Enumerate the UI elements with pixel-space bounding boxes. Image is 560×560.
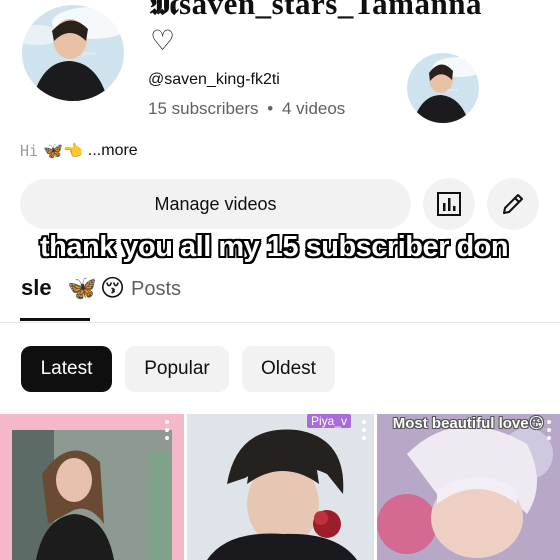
tab-divider [0,322,560,323]
description-text: Hi [20,142,39,160]
active-tab-indicator [20,318,90,321]
video-count: 4 videos [281,99,346,118]
more-options-icon[interactable] [359,420,369,440]
more-options-icon[interactable] [162,420,172,440]
profile-avatar[interactable]: yours [407,53,479,123]
butterfly-emoji-icon: 🦋 [67,275,97,302]
video-thumbnail[interactable]: Most beautiful love😘 [377,414,560,560]
tab-posts[interactable]: Posts [131,278,181,301]
thumbnail-caption: Most beautiful love😘 [392,415,545,432]
analytics-button[interactable] [423,178,475,230]
channel-description[interactable]: Hi 🦋👈 ...more [20,141,138,161]
channel-title: 𝕸saven_stars_Tamanna [150,0,482,21]
more-options-icon[interactable] [544,420,554,440]
svg-text:yours: yours [81,51,96,57]
description-emojis: 🦋👈 [43,143,83,160]
channel-avatar[interactable]: yours [22,5,124,101]
manage-videos-button[interactable]: Manage videos [20,179,411,229]
filter-chip-oldest[interactable]: Oldest [242,346,335,392]
stats-separator: • [267,99,274,118]
analytics-bar-chart-icon [437,192,461,216]
filter-chip-latest[interactable]: Latest [21,346,112,392]
subscriber-count: 15 subscribers [148,99,259,118]
overlay-caption: thank you all my 15 subscriber don [40,231,509,263]
thumbnail-tag: Piya_v [307,414,352,428]
channel-stats: 15 subscribers • 4 videos [148,99,345,119]
more-link[interactable]: ...more [88,142,138,160]
kiss-emoji-icon: 😚 [100,275,126,302]
edit-channel-button[interactable] [487,178,539,230]
video-thumbnail[interactable] [0,414,184,560]
svg-text:yours: yours [446,87,458,92]
tab-fragment-label[interactable]: sle [21,275,52,301]
channel-handle: @saven_king-fk2ti [148,71,280,88]
filter-chip-popular[interactable]: Popular [125,346,229,392]
heart-symbol: ♡ [150,25,176,56]
video-thumbnail[interactable]: Piya_v [187,414,374,560]
pencil-icon [503,194,523,214]
